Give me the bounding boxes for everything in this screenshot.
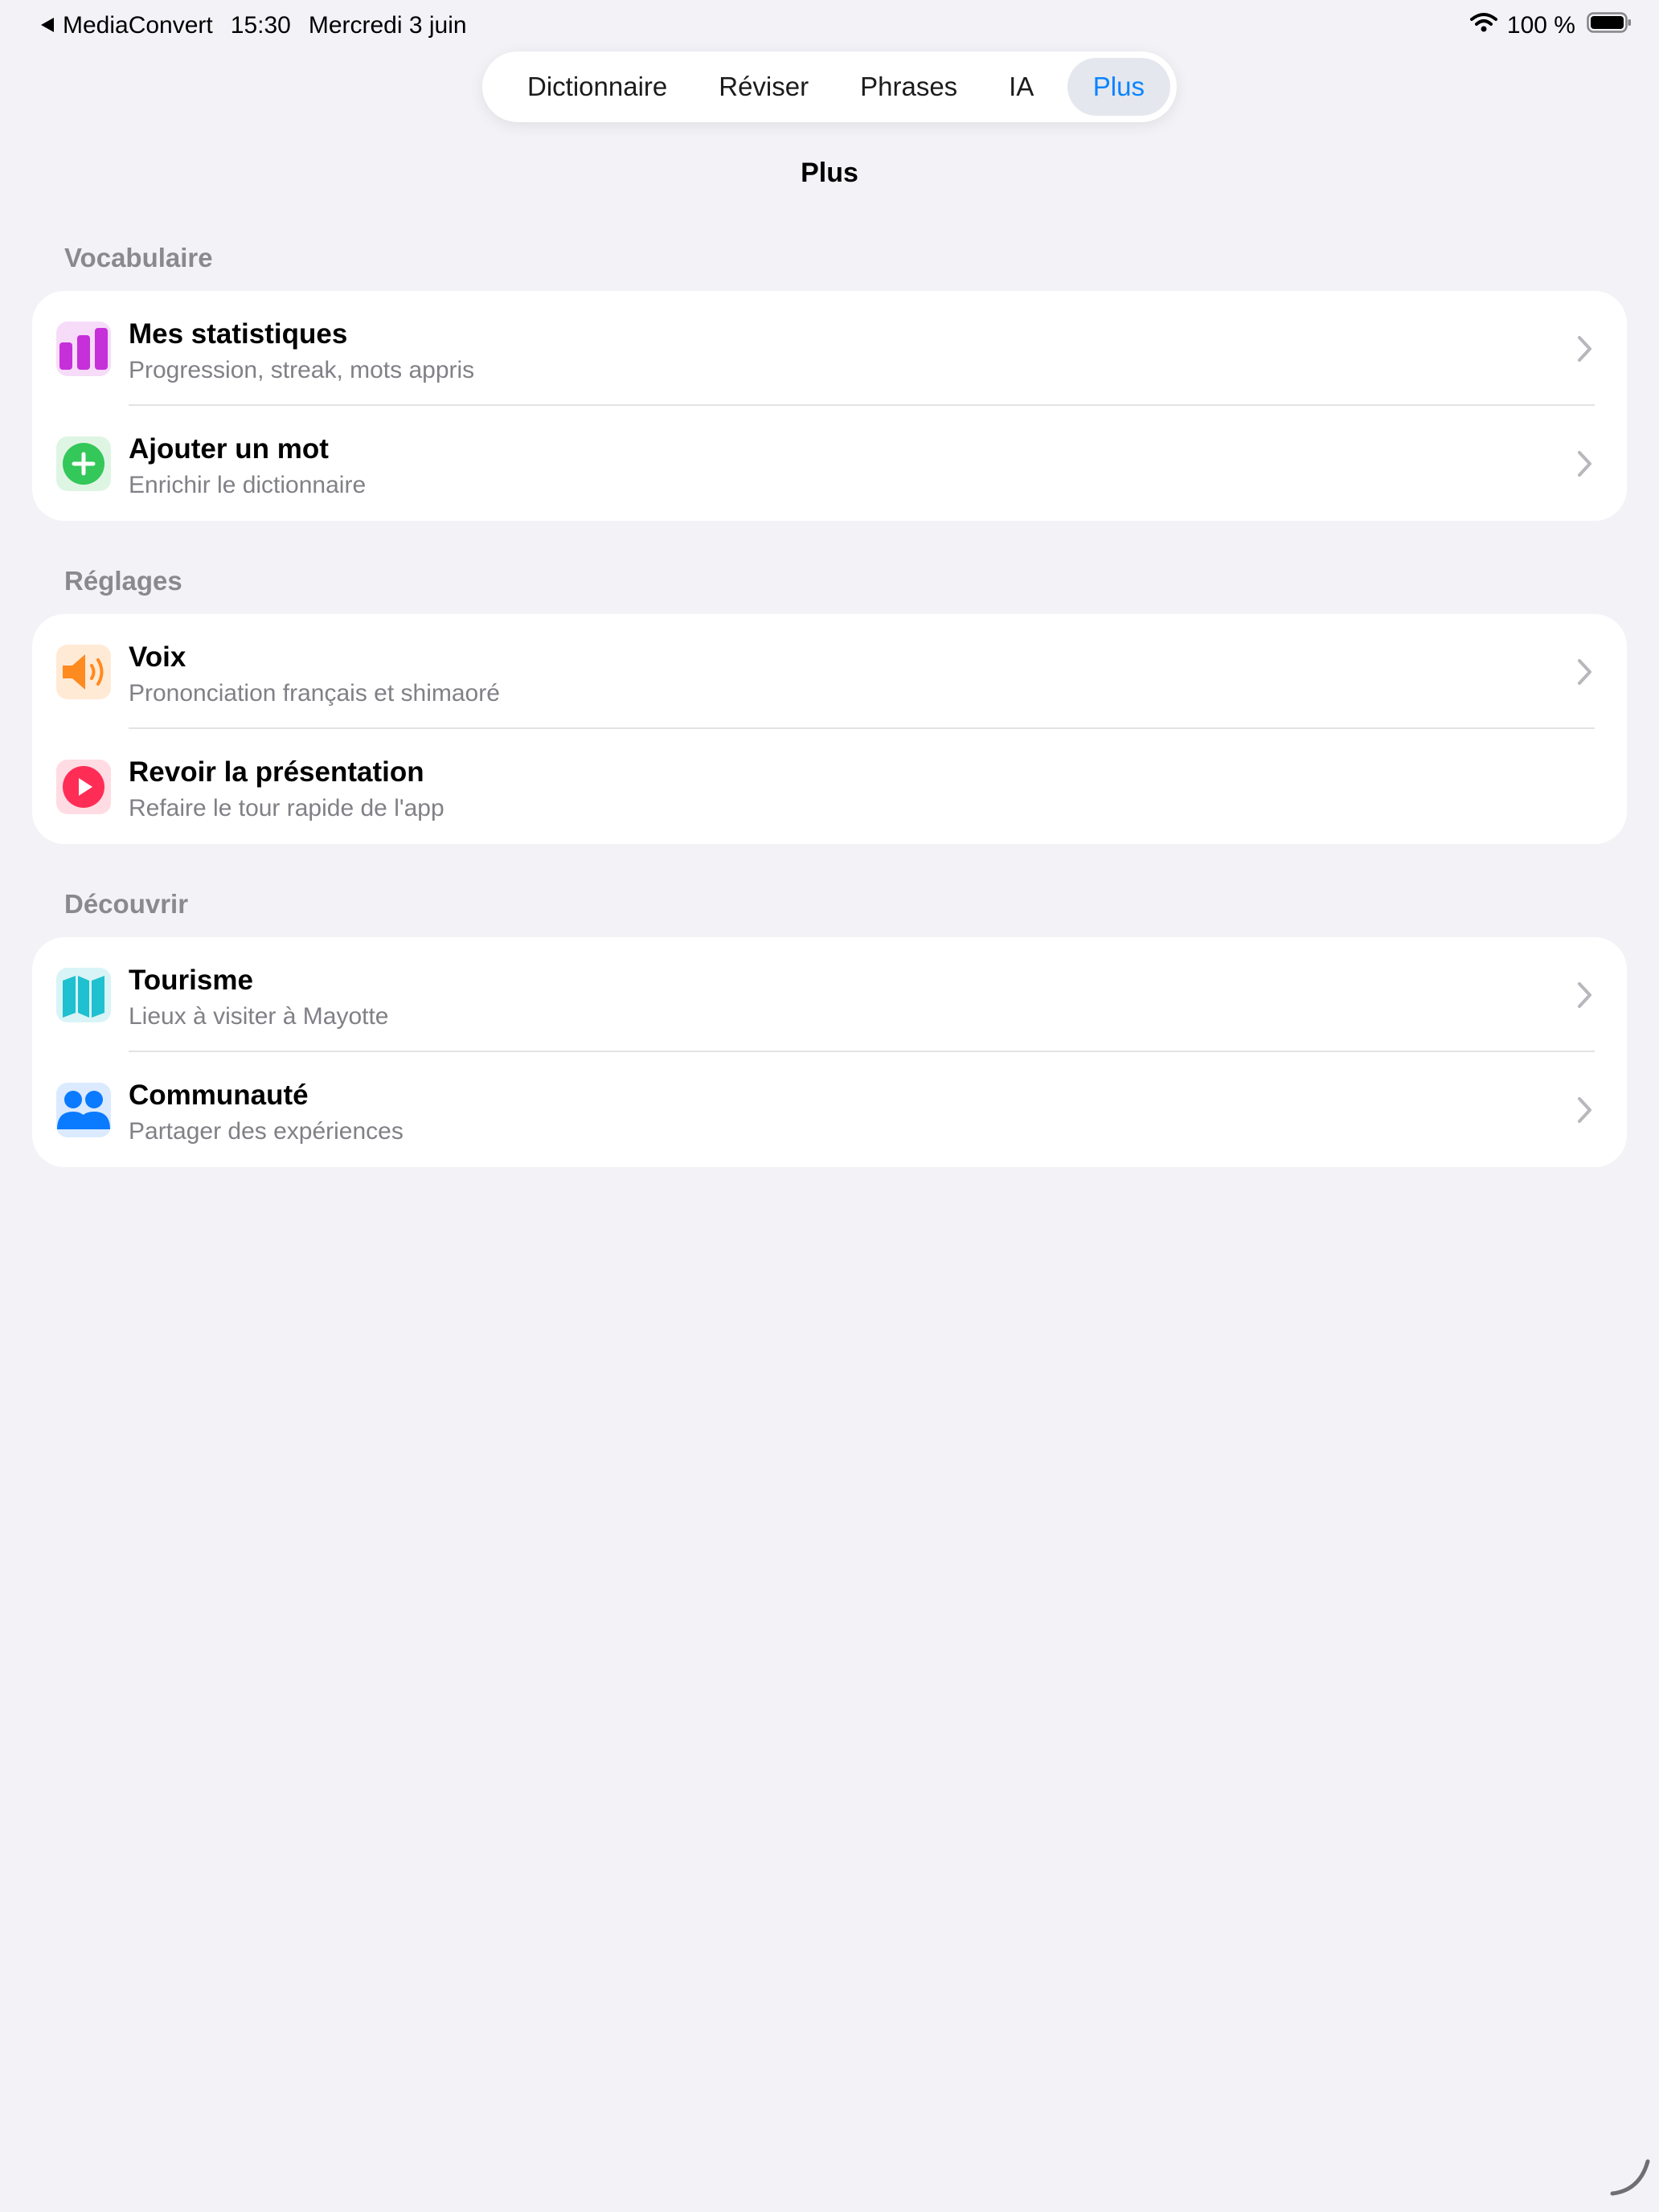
tab-reviser[interactable]: Réviser [693,58,834,116]
list-item-tourisme[interactable]: Tourisme Lieux à visiter à Mayotte [32,937,1627,1052]
play-circle-icon [56,760,111,814]
list-item-title: Voix [129,641,186,673]
list-item-subtitle: Lieux à visiter à Mayotte [129,1003,389,1030]
people-icon [56,1083,111,1137]
bar-chart-icon [56,322,111,376]
section-header-vocabulaire: Vocabulaire [64,243,213,272]
map-icon [56,968,111,1022]
plus-screen: MediaConvert 15:30 Mercredi 3 juin 100 %… [0,0,1659,2212]
back-arrow-icon[interactable] [40,11,55,40]
section-card-vocabulaire: Mes statistiques Progression, streak, mo… [32,291,1627,521]
status-bar-left: MediaConvert 15:30 Mercredi 3 juin [40,11,485,40]
chevron-right-icon [1578,336,1591,362]
plus-circle-icon [56,436,111,491]
list-item-subtitle: Prononciation français et shimaoré [129,680,500,707]
list-item-communaute[interactable]: Communauté Partager des expériences [32,1052,1627,1167]
speaker-icon [56,645,111,699]
list-item-voix[interactable]: Voix Prononciation français et shimaoré [32,614,1627,729]
tab-plus[interactable]: Plus [1067,58,1170,116]
list-item-statistiques[interactable]: Mes statistiques Progression, streak, mo… [32,291,1627,406]
list-item-ajouter-mot[interactable]: Ajouter un mot Enrichir le dictionnaire [32,406,1627,521]
chevron-right-icon [1578,982,1591,1008]
list-item-title: Revoir la présentation [129,756,424,788]
list-item-subtitle: Progression, streak, mots appris [129,357,475,383]
tab-phrases[interactable]: Phrases [834,58,983,116]
list-item-title: Ajouter un mot [129,433,329,465]
battery-icon [1587,11,1632,40]
tab-ia[interactable]: IA [983,58,1059,116]
list-item-title: Tourisme [129,965,253,996]
battery-percentage: 100 % [1506,12,1575,39]
section-card-reglages: Voix Prononciation français et shimaoré … [32,614,1627,844]
wifi-icon [1469,11,1497,40]
section-header-reglages: Réglages [64,566,182,596]
back-app-label[interactable]: MediaConvert [63,11,213,40]
list-item-presentation[interactable]: Revoir la présentation Refaire le tour r… [32,729,1627,844]
section-card-decouvrir: Tourisme Lieux à visiter à Mayotte Commu… [32,937,1627,1167]
resize-corner-icon[interactable] [1608,2153,1653,2202]
status-time: 15:30 [230,12,291,39]
section-header-decouvrir: Découvrir [64,889,189,919]
chevron-right-icon [1578,1097,1591,1123]
list-item-title: Mes statistiques [129,318,348,350]
chevron-right-icon [1578,451,1591,477]
list-item-subtitle: Partager des expériences [129,1118,403,1145]
top-tab-bar: Dictionnaire Réviser Phrases IA Plus [482,51,1177,122]
status-date: Mercredi 3 juin [308,12,467,39]
list-item-subtitle: Refaire le tour rapide de l'app [129,795,444,821]
tab-dictionnaire[interactable]: Dictionnaire [502,58,693,116]
page-title: Plus [801,158,858,188]
chevron-right-icon [1578,659,1591,685]
status-bar-right: 100 % [1469,11,1632,40]
list-item-subtitle: Enrichir le dictionnaire [129,472,367,498]
list-item-title: Communauté [129,1079,309,1111]
